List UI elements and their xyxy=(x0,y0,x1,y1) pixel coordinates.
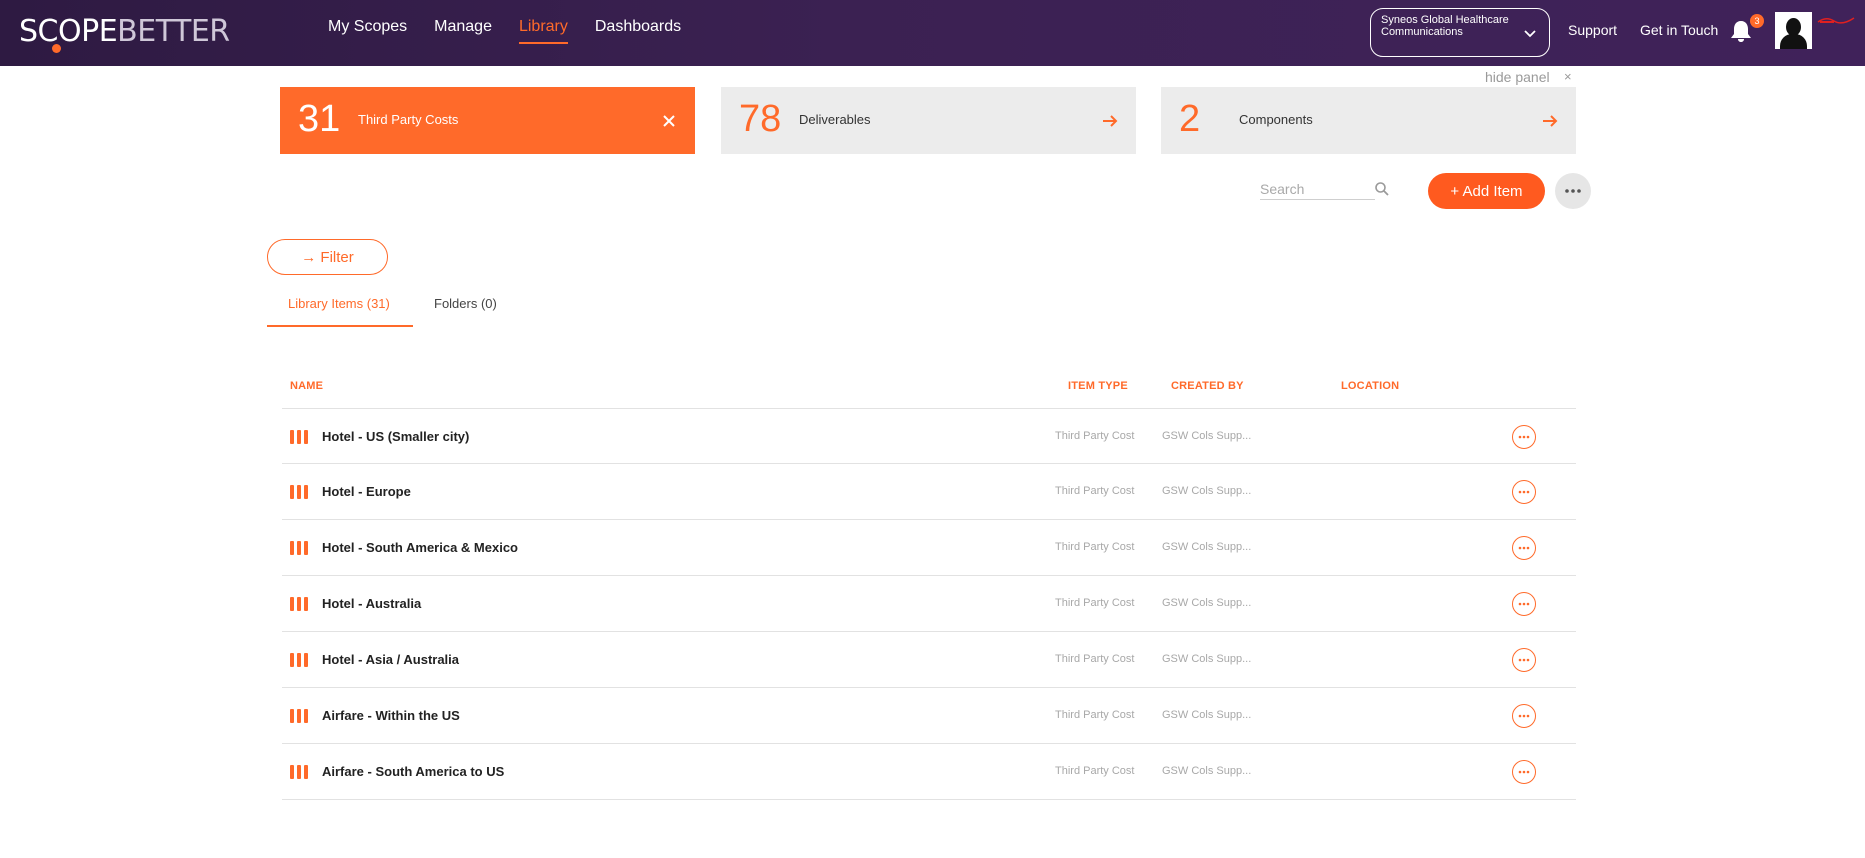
row-item-type: Third Party Cost xyxy=(1055,430,1135,442)
table-row[interactable]: Hotel - Europe Third Party Cost GSW Cols… xyxy=(282,464,1576,520)
table-row[interactable]: Hotel - South America & Mexico Third Par… xyxy=(282,520,1576,576)
notification-badge: 3 xyxy=(1750,14,1764,28)
row-name[interactable]: Hotel - South America & Mexico xyxy=(322,540,518,555)
bars-icon xyxy=(290,541,308,555)
add-item-button[interactable]: + Add Item xyxy=(1428,173,1545,209)
row-created-by: GSW Cols Supp... xyxy=(1162,709,1252,721)
logo-text-better: BETTER xyxy=(117,14,230,49)
row-actions-button[interactable] xyxy=(1512,592,1536,616)
card-count: 31 xyxy=(298,98,341,140)
column-header-created-by[interactable]: CREATED BY xyxy=(1171,380,1244,392)
row-item-type: Third Party Cost xyxy=(1055,653,1135,665)
nav-library[interactable]: Library xyxy=(518,18,568,44)
table-row[interactable]: Airfare - Within the US Third Party Cost… xyxy=(282,688,1576,744)
user-avatar[interactable] xyxy=(1775,12,1812,49)
arrow-right-icon[interactable] xyxy=(1542,113,1558,129)
more-options-button[interactable] xyxy=(1555,173,1591,209)
get-in-touch-link[interactable]: Get in Touch xyxy=(1640,22,1718,38)
card-label: Third Party Costs xyxy=(358,112,459,127)
row-item-type: Third Party Cost xyxy=(1055,709,1135,721)
search-input[interactable] xyxy=(1260,178,1375,200)
row-created-by: GSW Cols Supp... xyxy=(1162,765,1252,777)
row-created-by: GSW Cols Supp... xyxy=(1162,485,1252,497)
nav-my-scopes[interactable]: My Scopes xyxy=(328,18,407,44)
close-icon[interactable] xyxy=(661,113,677,129)
row-item-type: Third Party Cost xyxy=(1055,765,1135,777)
row-name[interactable]: Hotel - Australia xyxy=(322,596,421,611)
card-count: 2 xyxy=(1179,98,1201,140)
hide-panel-close[interactable]: × xyxy=(1564,69,1572,84)
table-row[interactable]: Airfare - South America to US Third Part… xyxy=(282,744,1576,800)
logo-text-scope: SCOPE xyxy=(19,14,118,49)
bars-icon xyxy=(290,597,308,611)
summary-card-deliverables[interactable]: 78 Deliverables xyxy=(721,87,1136,154)
more-horizontal-icon xyxy=(1518,714,1530,718)
row-actions-button[interactable] xyxy=(1512,480,1536,504)
filter-button[interactable]: → Filter xyxy=(267,239,388,275)
organization-select-value: Syneos Global Healthcare Communications xyxy=(1381,14,1509,38)
row-name[interactable]: Hotel - Europe xyxy=(322,484,411,499)
row-actions-button[interactable] xyxy=(1512,760,1536,784)
top-navigation-bar: SCOPEBETTER My Scopes Manage Library Das… xyxy=(0,0,1865,66)
bars-icon xyxy=(290,485,308,499)
more-horizontal-icon xyxy=(1518,435,1530,439)
row-created-by: GSW Cols Supp... xyxy=(1162,597,1252,609)
row-item-type: Third Party Cost xyxy=(1055,541,1135,553)
chevron-down-icon xyxy=(1524,30,1536,38)
card-count: 78 xyxy=(739,98,782,140)
row-created-by: GSW Cols Supp... xyxy=(1162,430,1252,442)
row-actions-button[interactable] xyxy=(1512,648,1536,672)
more-horizontal-icon xyxy=(1518,490,1530,494)
row-actions-button[interactable] xyxy=(1512,425,1536,449)
main-nav: My Scopes Manage Library Dashboards xyxy=(328,18,681,44)
org-brand-mark xyxy=(1817,17,1855,24)
bars-icon xyxy=(290,765,308,779)
column-header-item-type[interactable]: ITEM TYPE xyxy=(1068,380,1128,392)
bars-icon xyxy=(290,709,308,723)
organization-select[interactable]: Syneos Global Healthcare Communications xyxy=(1370,8,1550,57)
table-row[interactable]: Hotel - US (Smaller city) Third Party Co… xyxy=(282,408,1576,464)
more-horizontal-icon xyxy=(1518,770,1530,774)
card-label: Components xyxy=(1239,112,1313,127)
column-header-name[interactable]: NAME xyxy=(290,380,323,392)
tab-library-items[interactable]: Library Items (31) xyxy=(267,296,413,327)
bars-icon xyxy=(290,430,308,444)
row-name[interactable]: Hotel - Asia / Australia xyxy=(322,652,459,667)
row-actions-button[interactable] xyxy=(1512,704,1536,728)
nav-manage[interactable]: Manage xyxy=(434,18,492,44)
app-logo[interactable]: SCOPEBETTER xyxy=(19,14,230,49)
logo-dot xyxy=(52,44,61,53)
column-header-location[interactable]: LOCATION xyxy=(1341,380,1399,392)
row-item-type: Third Party Cost xyxy=(1055,485,1135,497)
more-horizontal-icon xyxy=(1518,658,1530,662)
support-link[interactable]: Support xyxy=(1568,22,1617,38)
nav-dashboards[interactable]: Dashboards xyxy=(595,18,681,44)
summary-card-components[interactable]: 2 Components xyxy=(1161,87,1576,154)
more-horizontal-icon xyxy=(1518,602,1530,606)
row-name[interactable]: Airfare - South America to US xyxy=(322,764,504,779)
card-label: Deliverables xyxy=(799,112,871,127)
table-row[interactable]: Hotel - Asia / Australia Third Party Cos… xyxy=(282,632,1576,688)
search-icon[interactable] xyxy=(1374,181,1390,197)
tab-folders[interactable]: Folders (0) xyxy=(434,296,497,325)
hide-panel-link[interactable]: hide panel xyxy=(1485,69,1550,85)
avatar-body xyxy=(1780,34,1807,49)
row-name[interactable]: Airfare - Within the US xyxy=(322,708,460,723)
summary-card-third-party-costs[interactable]: 31 Third Party Costs xyxy=(280,87,695,154)
table-row[interactable]: Hotel - Australia Third Party Cost GSW C… xyxy=(282,576,1576,632)
more-horizontal-icon xyxy=(1518,546,1530,550)
row-item-type: Third Party Cost xyxy=(1055,597,1135,609)
row-created-by: GSW Cols Supp... xyxy=(1162,541,1252,553)
row-created-by: GSW Cols Supp... xyxy=(1162,653,1252,665)
row-actions-button[interactable] xyxy=(1512,536,1536,560)
bars-icon xyxy=(290,653,308,667)
more-horizontal-icon xyxy=(1565,189,1581,193)
row-name[interactable]: Hotel - US (Smaller city) xyxy=(322,429,469,444)
arrow-right-icon[interactable] xyxy=(1102,113,1118,129)
